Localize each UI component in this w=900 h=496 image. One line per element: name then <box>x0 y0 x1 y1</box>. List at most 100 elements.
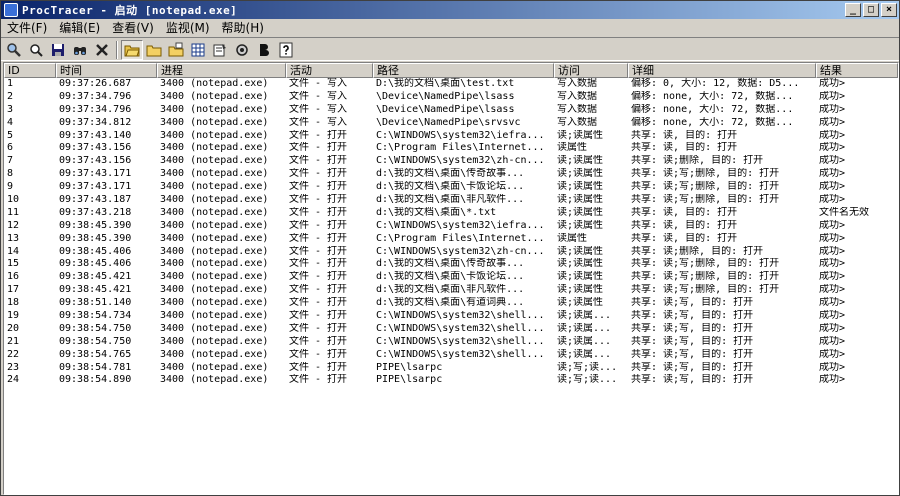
cell-result: 成功> <box>819 258 846 270</box>
column-path[interactable]: 路径 <box>373 63 554 78</box>
menu-file[interactable]: 文件(F) <box>1 19 53 37</box>
cell-detail: 共享: 读;写, 目的: 打开 <box>631 297 754 309</box>
folder-button[interactable] <box>143 40 165 60</box>
cell-time: 09:38:45.406 <box>59 245 132 257</box>
filter-button[interactable] <box>165 40 187 60</box>
table-row[interactable]: 23 09:38:54.781 3400 (notepad.exe) 文件 - 打开 P… <box>4 362 898 375</box>
cell-time: 09:38:54.750 <box>59 322 132 334</box>
cell-process: 3400 (notepad.exe) <box>160 129 269 141</box>
table-row[interactable]: 14 09:38:45.406 3400 (notepad.exe) 文件 - 打开 C… <box>4 246 898 259</box>
menu-view[interactable]: 查看(V) <box>106 19 160 37</box>
column-access[interactable]: 访问 <box>554 63 628 78</box>
cell-id: 19 <box>7 310 20 322</box>
table-row[interactable]: 19 09:38:54.734 3400 (notepad.exe) 文件 - 打开 C… <box>4 310 898 323</box>
table-row[interactable]: 22 09:38:54.765 3400 (notepad.exe) 文件 - 打开 C… <box>4 349 898 362</box>
cell-path: C:\WINDOWS\system32\iefra... <box>376 219 545 231</box>
cell-activity: 文件 - 写入 <box>289 90 348 102</box>
cell-id: 23 <box>7 361 20 373</box>
cell-detail: 共享: 读;删除, 目的: 打开 <box>631 245 764 257</box>
cell-time: 09:37:43.171 <box>59 181 132 193</box>
column-result[interactable]: 结果 <box>816 63 898 78</box>
cell-path: C:\WINDOWS\system32\shell... <box>376 310 545 322</box>
close-button[interactable]: × <box>881 3 897 17</box>
table-row[interactable]: 5 09:37:43.140 3400 (notepad.exe) 文件 - 打开 C:… <box>4 130 898 143</box>
cell-path: C:\WINDOWS\system32\shell... <box>376 335 545 347</box>
cell-path: C:\WINDOWS\system32\zh-cn... <box>376 245 545 257</box>
maximize-button[interactable]: □ <box>863 3 879 17</box>
clear-button[interactable] <box>91 40 113 60</box>
search-button[interactable] <box>25 40 47 60</box>
table-row[interactable]: 12 09:38:45.390 3400 (notepad.exe) 文件 - 打开 C… <box>4 220 898 233</box>
table-row[interactable]: 18 09:38:51.140 3400 (notepad.exe) 文件 - 打开 d… <box>4 297 898 310</box>
column-process[interactable]: 进程 <box>157 63 286 78</box>
table-row[interactable]: 9 09:37:43.171 3400 (notepad.exe) 文件 - 打开 d:… <box>4 181 898 194</box>
cell-detail: 共享: 读, 目的: 打开 <box>631 219 738 231</box>
save-button[interactable] <box>47 40 69 60</box>
find-button[interactable] <box>69 40 91 60</box>
cell-result: 成功> <box>819 103 846 115</box>
cell-path: D:\我的文档\桌面\test.txt <box>376 78 515 89</box>
help-button[interactable] <box>275 40 297 60</box>
cell-time: 09:37:34.796 <box>59 90 132 102</box>
cell-path: d:\我的文档\桌面\*.txt <box>376 206 497 218</box>
column-activity[interactable]: 活动 <box>286 63 373 78</box>
properties-button[interactable] <box>209 40 231 60</box>
cell-activity: 文件 - 打开 <box>289 258 348 270</box>
column-detail[interactable]: 详细 <box>628 63 816 78</box>
table-row[interactable]: 10 09:37:43.187 3400 (notepad.exe) 文件 - 打开 d… <box>4 194 898 207</box>
cell-path: d:\我的文档\桌面\非凡软件... <box>376 194 525 206</box>
cell-time: 09:37:43.156 <box>59 155 132 167</box>
menu-monitor[interactable]: 监视(M) <box>160 19 216 37</box>
table-row[interactable]: 20 09:38:54.750 3400 (notepad.exe) 文件 - 打开 C… <box>4 323 898 336</box>
menu-help[interactable]: 帮助(H) <box>216 19 270 37</box>
cell-result: 成功> <box>819 245 846 257</box>
table-row[interactable]: 7 09:37:43.156 3400 (notepad.exe) 文件 - 打开 C:… <box>4 155 898 168</box>
cell-access: 读;读属性 <box>557 219 604 231</box>
column-time[interactable]: 时间 <box>56 63 157 78</box>
table-row[interactable]: 6 09:37:43.156 3400 (notepad.exe) 文件 - 打开 C:… <box>4 142 898 155</box>
table-row[interactable]: 8 09:37:43.171 3400 (notepad.exe) 文件 - 打开 d:… <box>4 168 898 181</box>
table-row[interactable]: 17 09:38:45.421 3400 (notepad.exe) 文件 - 打开 d… <box>4 284 898 297</box>
cell-detail: 共享: 读;写, 目的: 打开 <box>631 374 754 386</box>
magnifier-icon <box>7 42 21 57</box>
bold-button[interactable] <box>253 40 275 60</box>
highlight-button[interactable] <box>187 40 209 60</box>
cell-activity: 文件 - 打开 <box>289 361 348 373</box>
column-id[interactable]: ID <box>4 63 56 78</box>
cell-result: 成功> <box>819 232 846 244</box>
table-row[interactable]: 2 09:37:34.796 3400 (notepad.exe) 文件 - 写入 \D… <box>4 91 898 104</box>
cell-time: 09:37:43.218 <box>59 206 132 218</box>
menu-edit[interactable]: 编辑(E) <box>53 19 106 37</box>
cell-id: 22 <box>7 348 20 360</box>
table-row[interactable]: 1 09:37:26.687 3400 (notepad.exe) 文件 - 写入 D:… <box>4 78 898 91</box>
cell-path: d:\我的文档\桌面\非凡软件... <box>376 284 525 296</box>
table-row[interactable]: 3 09:37:34.796 3400 (notepad.exe) 文件 - 写入 \D… <box>4 104 898 117</box>
table-row[interactable]: 16 09:38:45.421 3400 (notepad.exe) 文件 - 打开 d… <box>4 271 898 284</box>
properties-icon <box>213 43 226 56</box>
title-bar[interactable]: ProcTracer - 启动 [notepad.exe] _ □ × <box>1 1 899 19</box>
save-icon <box>52 43 64 56</box>
cell-access: 写入数据 <box>557 116 597 128</box>
search-icon <box>30 43 43 57</box>
table-row[interactable]: 24 09:38:54.890 3400 (notepad.exe) 文件 - 打开 P… <box>4 374 898 387</box>
zoom-button[interactable] <box>3 40 25 60</box>
table-row[interactable]: 4 09:37:34.812 3400 (notepad.exe) 文件 - 写入 \D… <box>4 117 898 130</box>
cell-result: 成功> <box>819 142 846 154</box>
cell-time: 09:37:43.187 <box>59 194 132 206</box>
cell-access: 读;读属... <box>557 322 612 334</box>
cell-time: 09:38:51.140 <box>59 297 132 309</box>
cell-activity: 文件 - 打开 <box>289 271 348 283</box>
cell-process: 3400 (notepad.exe) <box>160 258 269 270</box>
options-button[interactable] <box>231 40 253 60</box>
cell-time: 09:38:54.734 <box>59 310 132 322</box>
cell-result: 成功> <box>819 348 846 360</box>
table-row[interactable]: 11 09:37:43.218 3400 (notepad.exe) 文件 - 打开 d… <box>4 207 898 220</box>
capture-button[interactable] <box>121 39 143 60</box>
table-row[interactable]: 21 09:38:54.750 3400 (notepad.exe) 文件 - 打开 C… <box>4 336 898 349</box>
cell-time: 09:37:43.156 <box>59 142 132 154</box>
cell-detail: 共享: 读;写, 目的: 打开 <box>631 310 754 322</box>
table-row[interactable]: 15 09:38:45.406 3400 (notepad.exe) 文件 - 打开 d… <box>4 258 898 271</box>
event-list[interactable]: ID 时间 进程 活动 路径 访问 详细 结果 1 09:37:26.687 340… <box>3 62 899 495</box>
table-row[interactable]: 13 09:38:45.390 3400 (notepad.exe) 文件 - 打开 C… <box>4 233 898 246</box>
minimize-button[interactable]: _ <box>845 3 861 17</box>
